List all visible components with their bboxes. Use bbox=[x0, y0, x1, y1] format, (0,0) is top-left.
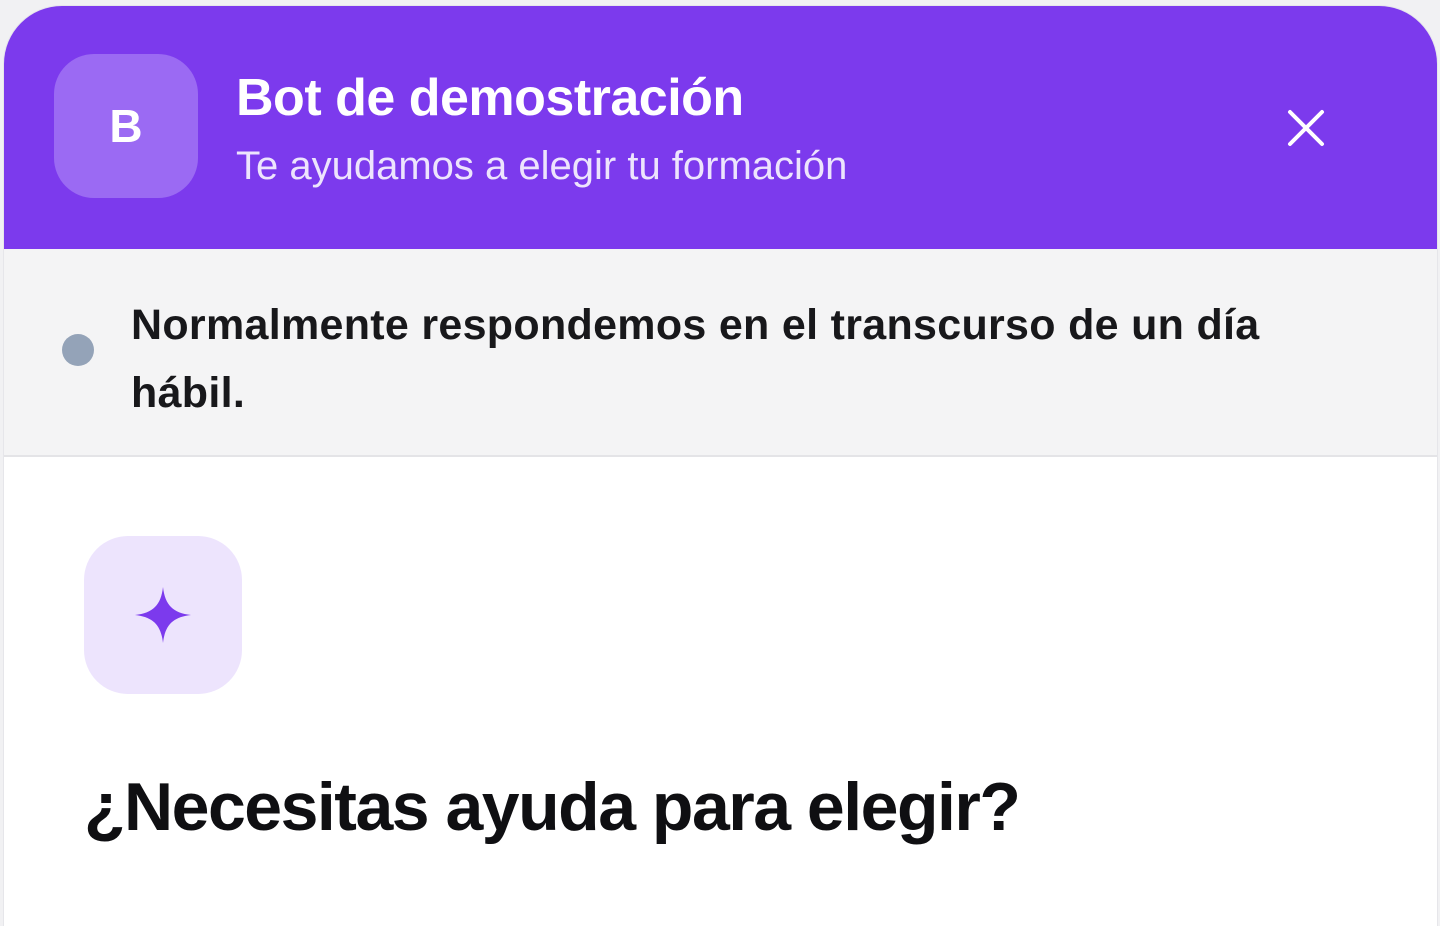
sparkle-icon bbox=[135, 587, 191, 643]
close-icon bbox=[1288, 110, 1324, 146]
chat-widget: B Bot de demostración Te ayudamos a eleg… bbox=[4, 6, 1437, 926]
close-button[interactable] bbox=[1280, 102, 1332, 154]
sparkle-badge bbox=[84, 536, 242, 694]
chat-header: B Bot de demostración Te ayudamos a eleg… bbox=[4, 6, 1437, 249]
bot-title: Bot de demostración bbox=[236, 69, 744, 127]
status-dot bbox=[62, 334, 94, 366]
response-time-notice: Normalmente respondemos en el transcurso… bbox=[4, 249, 1437, 457]
bot-subtitle: Te ayudamos a elegir tu formación bbox=[236, 144, 848, 188]
help-heading: ¿Necesitas ayuda para elegir? bbox=[84, 769, 1021, 845]
response-time-text: Normalmente respondemos en el transcurso… bbox=[131, 301, 1260, 417]
avatar-letter: B bbox=[109, 100, 143, 152]
bot-avatar: B bbox=[54, 54, 198, 198]
